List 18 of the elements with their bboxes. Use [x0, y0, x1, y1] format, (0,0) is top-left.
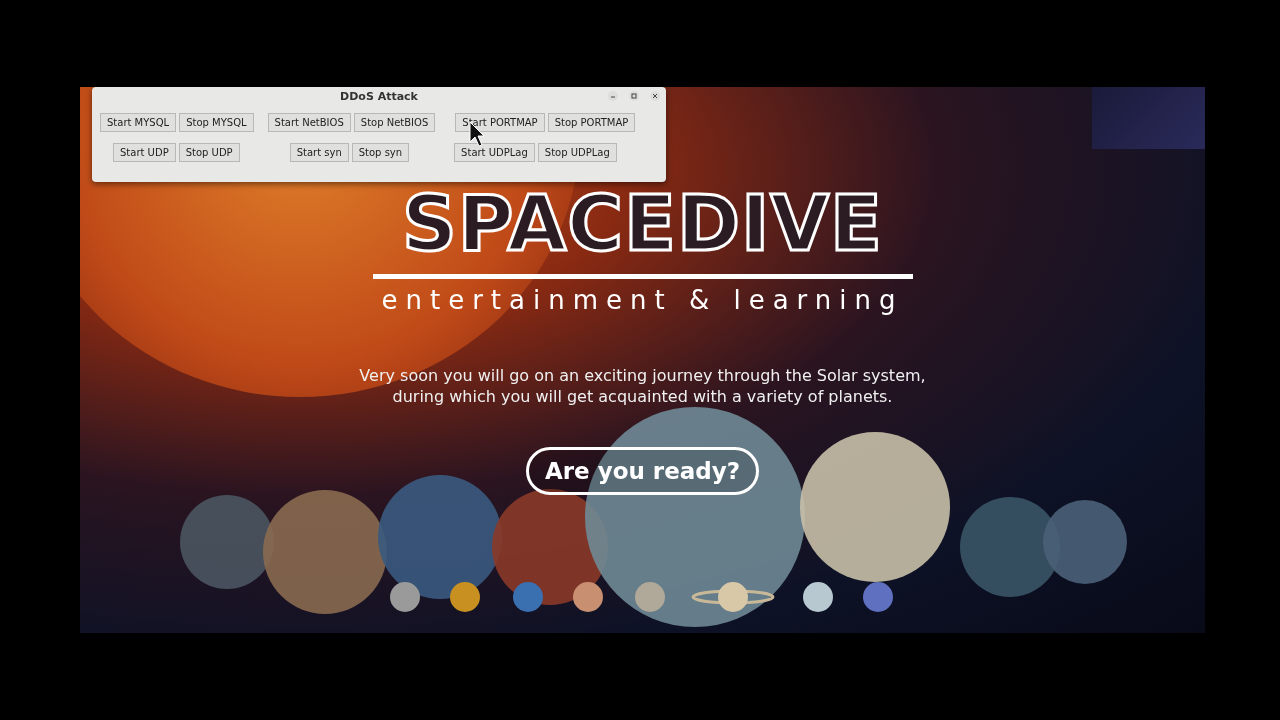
description: Very soon you will go on an exciting journey through the Solar system, during which you will get acquainted with a variety of planets. — [358, 365, 927, 407]
attack-button[interactable]: Stop NetBIOS — [353, 113, 436, 132]
window-title: DDoS Attack — [340, 89, 418, 103]
attack-button[interactable]: Start UDPLag — [454, 143, 535, 162]
attack-button[interactable]: Stop UDP — [178, 143, 240, 162]
maximize-icon[interactable] — [629, 91, 639, 101]
attack-button[interactable]: Stop PORTMAP — [547, 113, 636, 132]
attack-button[interactable]: Stop UDPLag — [537, 143, 617, 162]
tagline: entertainment & learning — [381, 285, 904, 315]
attack-button[interactable]: Stop syn — [351, 143, 410, 162]
ready-button[interactable]: Are you ready? — [525, 447, 760, 495]
attack-button[interactable]: Start UDP — [113, 143, 176, 162]
close-icon[interactable] — [650, 91, 660, 101]
attack-button[interactable]: Start MYSQL — [100, 113, 177, 132]
attack-button[interactable]: Start NetBIOS — [267, 113, 351, 132]
attack-button[interactable]: Start syn — [289, 143, 349, 162]
minimize-icon[interactable] — [608, 91, 618, 101]
attack-button[interactable]: Stop MYSQL — [179, 113, 254, 132]
